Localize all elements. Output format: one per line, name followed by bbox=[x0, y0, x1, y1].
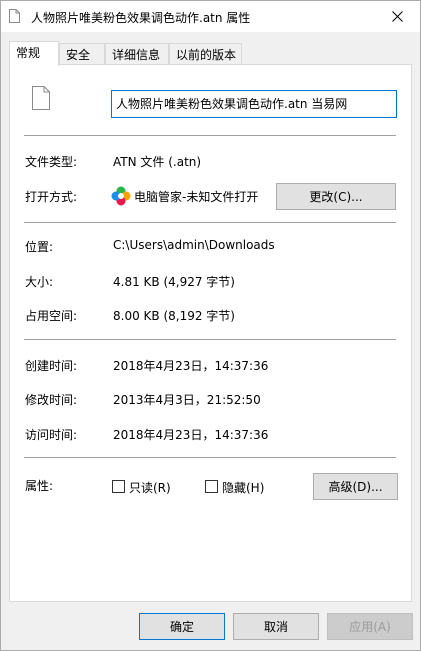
accessed-value: 2018年4月23日，14:37:36 bbox=[113, 428, 269, 442]
ok-button[interactable]: 确定 bbox=[139, 613, 225, 640]
close-icon bbox=[391, 11, 403, 22]
file-type-value: ATN 文件 (.atn) bbox=[113, 155, 202, 169]
size-value: 4.81 KB (4,927 字节) bbox=[113, 275, 235, 289]
tab-details[interactable]: 详细信息 bbox=[105, 43, 169, 64]
divider bbox=[24, 457, 396, 458]
created-value: 2018年4月23日，14:37:36 bbox=[113, 359, 269, 373]
open-with-label: 打开方式: bbox=[25, 190, 78, 204]
tab-previous-versions[interactable]: 以前的版本 bbox=[169, 43, 242, 64]
readonly-label[interactable]: 只读(R) bbox=[129, 479, 171, 496]
hidden-label[interactable]: 隐藏(H) bbox=[222, 479, 264, 496]
attributes-label: 属性: bbox=[25, 479, 54, 493]
document-icon bbox=[32, 86, 50, 110]
properties-dialog: 人物照片唯美粉色效果调色动作.atn 属性 常规 安全 详细信息 以前的版本 人… bbox=[0, 0, 421, 651]
pc-manager-icon bbox=[111, 186, 131, 206]
hidden-checkbox[interactable] bbox=[205, 480, 218, 493]
title-bar: 人物照片唯美粉色效果调色动作.atn 属性 bbox=[1, 1, 420, 32]
close-button[interactable] bbox=[374, 1, 420, 32]
location-value: C:\Users\admin\Downloads bbox=[113, 238, 275, 252]
cancel-button[interactable]: 取消 bbox=[233, 613, 319, 640]
created-label: 创建时间: bbox=[25, 359, 78, 373]
divider bbox=[24, 339, 396, 340]
file-type-label: 文件类型: bbox=[25, 155, 78, 169]
tab-security[interactable]: 安全 bbox=[59, 43, 105, 64]
advanced-button[interactable]: 高级(D)... bbox=[313, 473, 398, 500]
tab-general[interactable]: 常规 bbox=[9, 41, 59, 66]
modified-value: 2013年4月3日，21:52:50 bbox=[113, 393, 261, 407]
location-label: 位置: bbox=[25, 240, 54, 254]
divider bbox=[24, 222, 396, 223]
size-on-disk-value: 8.00 KB (8,192 字节) bbox=[113, 309, 235, 323]
change-button[interactable]: 更改(C)... bbox=[276, 183, 396, 210]
accessed-label: 访问时间: bbox=[25, 428, 78, 442]
size-label: 大小: bbox=[25, 275, 54, 289]
modified-label: 修改时间: bbox=[25, 393, 78, 407]
size-on-disk-label: 占用空间: bbox=[25, 309, 78, 323]
open-with-value: 电脑管家-未知文件打开 bbox=[134, 190, 259, 204]
divider bbox=[24, 135, 396, 136]
general-panel: 人物照片唯美粉色效果调色动作.atn 当易网 文件类型: ATN 文件 (.at… bbox=[9, 64, 412, 602]
readonly-checkbox[interactable] bbox=[112, 480, 125, 493]
window-title: 人物照片唯美粉色效果调色动作.atn 属性 bbox=[31, 11, 251, 25]
apply-button[interactable]: 应用(A) bbox=[327, 613, 413, 640]
file-icon bbox=[9, 9, 20, 23]
filename-input[interactable]: 人物照片唯美粉色效果调色动作.atn 当易网 bbox=[111, 90, 397, 118]
